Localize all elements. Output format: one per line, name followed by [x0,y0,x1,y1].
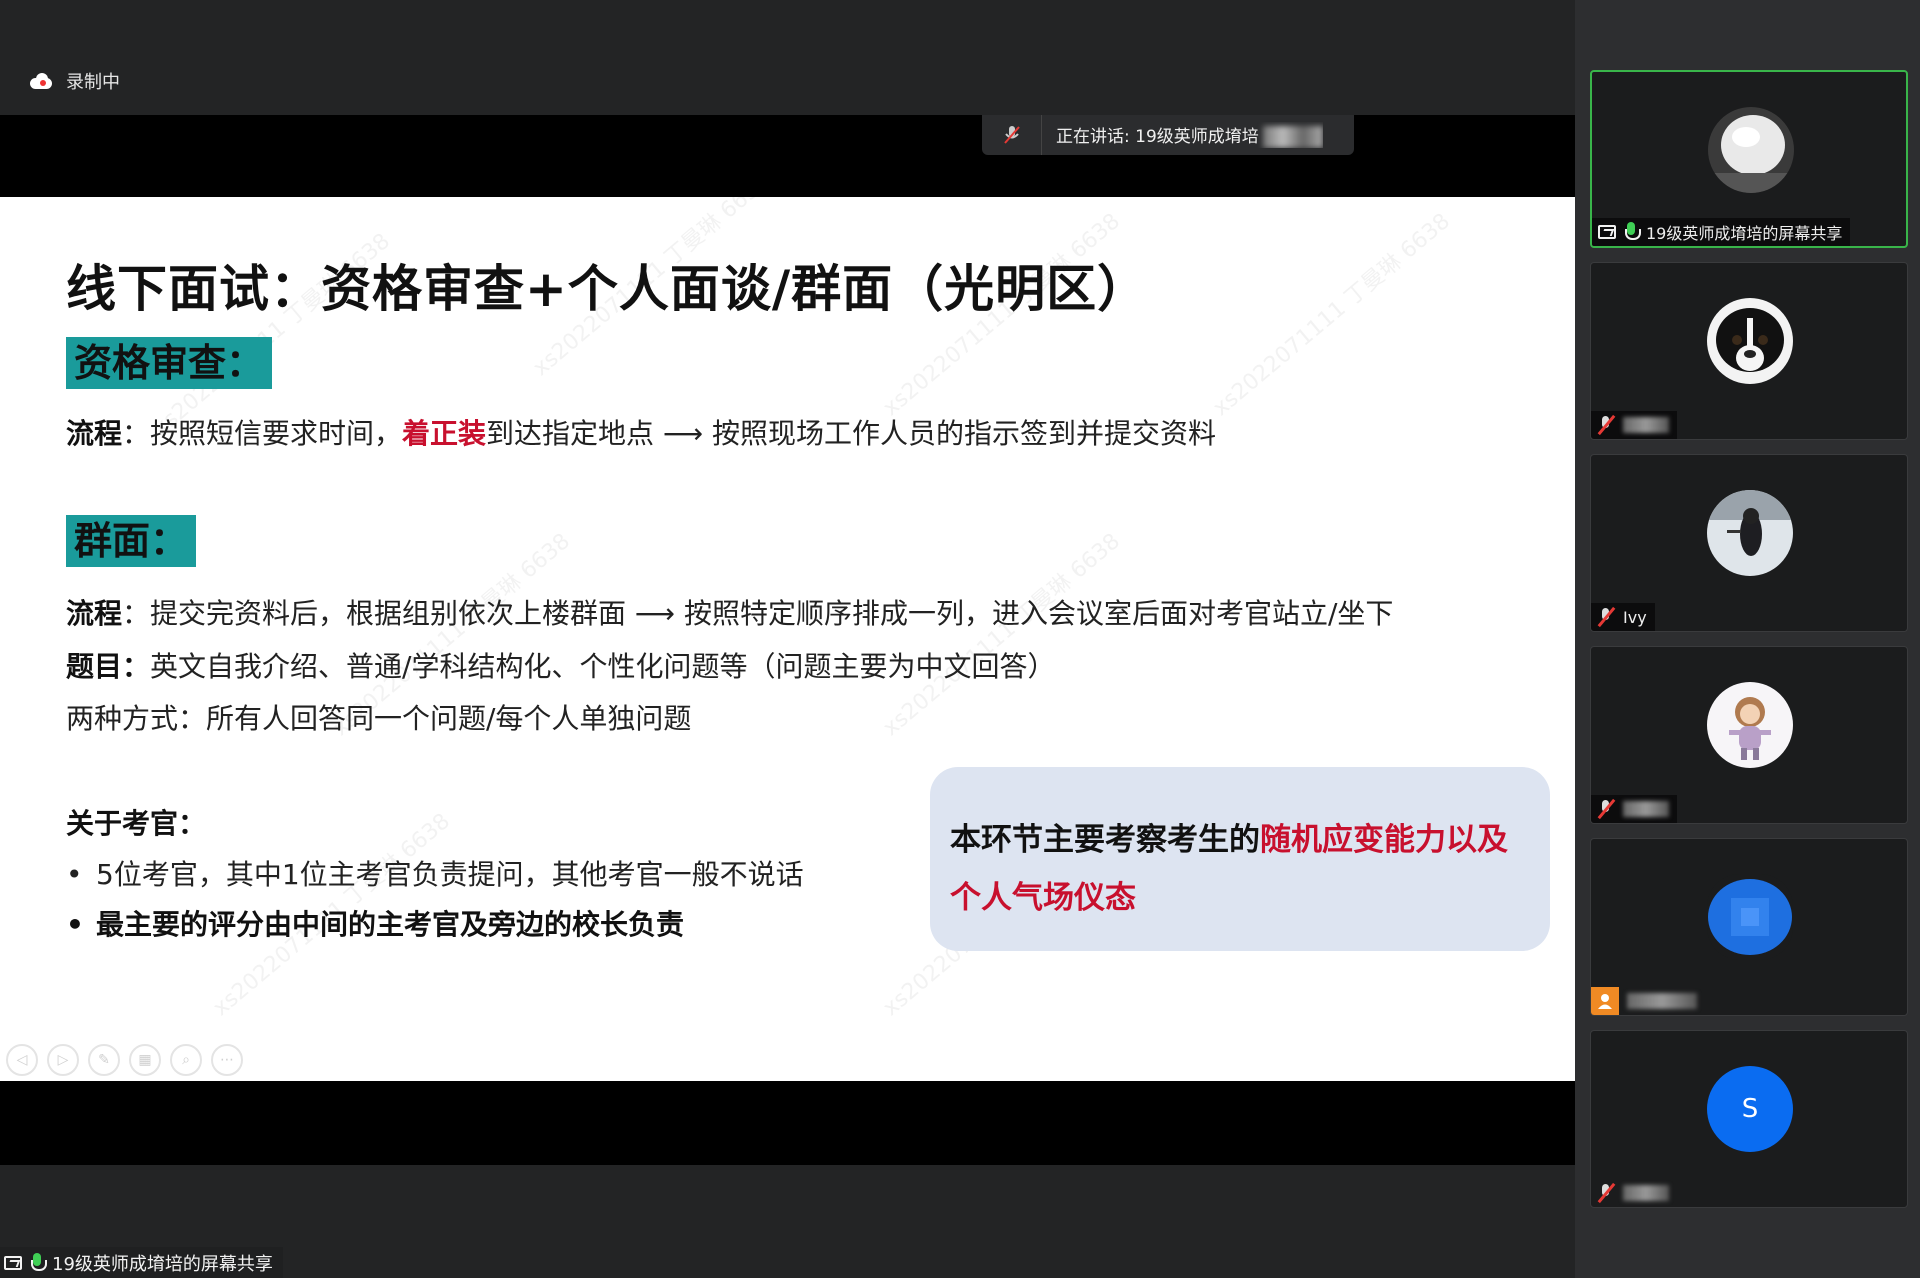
watermark: xs2022071111 丁曼琳 6638 [878,528,1125,742]
participant-name-bar [1591,987,1705,1015]
section-tag-qualification: 资格审查： [66,337,273,389]
participant-name-bar [1591,795,1677,823]
bullet-item: 5位考官，其中1位主考官负责提问，其他考官一般不说话 [66,853,804,893]
slides-grid-icon[interactable]: ▦ [129,1044,161,1076]
flow-label: 流程 [66,417,123,450]
zoom-icon[interactable]: ⌕ [170,1044,202,1076]
mic-on-icon [30,1252,47,1273]
avatar-letter: S [1707,1066,1793,1152]
meeting-window: 录制中 正在讲话: 19级英师成堉培 xs2022071111 丁曼琳 6638… [0,0,1920,1278]
top-bar: 录制中 [0,0,1575,115]
topic-label: 题目： [66,650,151,683]
participant-name [1623,417,1669,433]
participant-name-bar: 19级英师成堉培的屏幕共享 [1592,218,1851,246]
avatar [1707,682,1793,768]
participant-name [1623,801,1669,817]
mic-muted-icon [1597,607,1615,627]
participant-name-bar: Ivy [1591,603,1655,631]
participant-name: 19级英师成堉培的屏幕共享 [1646,224,1843,243]
cloud-record-icon [28,73,54,89]
mic-on-icon [1624,222,1641,242]
slide-controls: ◁ ▷ ✎ ▦ ⌕ ⋯ [6,1044,243,1076]
participants-panel: 19级英师成堉培的屏幕共享 Ivy S [1575,0,1920,1278]
presentation-slide: xs2022071111 丁曼琳 6638 xs2022071111 丁曼琳 6… [0,197,1575,1081]
examiner-heading: 关于考官： [66,807,207,840]
more-icon[interactable]: ⋯ [211,1044,243,1076]
participant-tile[interactable] [1590,646,1908,824]
bullet-item: 最主要的评分由中间的主考官及旁边的校长负责 [66,903,684,943]
callout-box: 本环节主要考察考生的随机应变能力以及个人气场仪态 [930,767,1550,951]
modes-line: 两种方式：所有人回答同一个问题/每个人单独问题 [66,702,692,735]
watermark: xs2022071111 丁曼琳 6638 [1208,208,1455,422]
flow-line-group: 流程：提交完资料后，根据组别依次上楼群面 ⟶ 按照特定顺序排成一列，进入会议室后… [66,597,1394,630]
recording-indicator[interactable]: 录制中 [28,68,120,94]
participant-tile[interactable] [1590,838,1908,1016]
participant-name [1623,1185,1669,1201]
screen-share-icon [4,1255,22,1270]
slide-title: 线下面试：资格审查+个人面谈/群面（光明区） [66,260,1149,318]
screen-share-icon [1598,225,1616,239]
screen-share-label: 19级英师成堉培的屏幕共享 [0,1247,283,1278]
mic-muted-icon [1597,799,1615,819]
mic-muted-icon [982,115,1042,155]
dress-highlight: 着正装 [402,417,487,450]
participant-name: Ivy [1623,607,1647,627]
avatar [1707,874,1793,960]
next-slide-icon[interactable]: ▷ [47,1044,79,1076]
participant-name-bar [1591,411,1677,439]
avatar [1707,490,1793,576]
participant-tile[interactable] [1590,262,1908,440]
speaking-indicator: 正在讲话: 19级英师成堉培 [982,115,1354,155]
speaking-text: 正在讲话: 19级英师成堉培 [1056,127,1259,147]
topic-line: 题目：英文自我介绍、普通/学科结构化、个性化问题等（问题主要为中文回答） [66,650,1056,683]
section-tag-group: 群面： [66,515,197,567]
mic-muted-icon [1597,1183,1615,1203]
flow-line-qualification: 流程：按照短信要求时间，着正装到达指定地点 ⟶ 按照现场工作人员的指示签到并提交… [66,417,1216,450]
share-label-text: 19级英师成堉培的屏幕共享 [52,1253,273,1275]
avatar [1708,107,1794,193]
recording-label: 录制中 [66,72,120,93]
mic-muted-icon [1597,415,1615,435]
user-icon [1591,987,1619,1015]
participant-tile[interactable]: Ivy [1590,454,1908,632]
participant-tile[interactable]: S [1590,1030,1908,1208]
participant-tile[interactable]: 19级英师成堉培的屏幕共享 [1590,70,1908,248]
shared-screen: 正在讲话: 19级英师成堉培 xs2022071111 丁曼琳 6638 xs2… [0,115,1575,1165]
participant-name [1627,993,1697,1009]
avatar [1707,298,1793,384]
prev-slide-icon[interactable]: ◁ [6,1044,38,1076]
pen-icon[interactable]: ✎ [88,1044,120,1076]
participant-name-bar [1591,1179,1677,1207]
flow-label: 流程 [66,597,123,630]
